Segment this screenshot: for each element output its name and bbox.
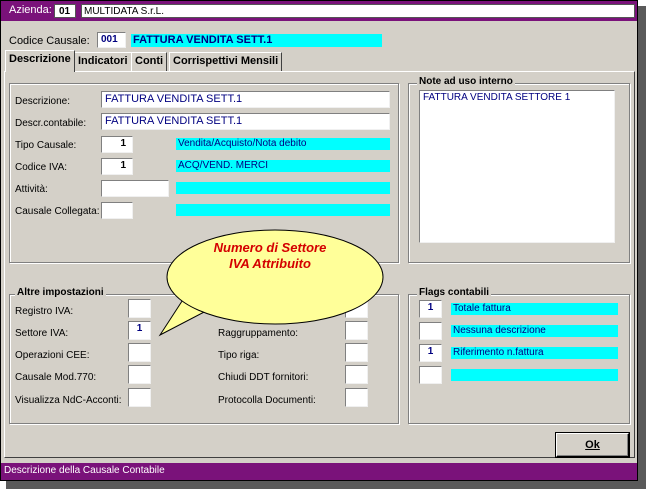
descrizione-label: Descrizione: — [15, 96, 71, 107]
flag-totale-fattura-label: Totale fattura — [451, 303, 618, 315]
attivita-desc — [176, 182, 390, 194]
chiudi-ddt-input[interactable] — [345, 365, 368, 384]
callout-line-2: IVA Attribuito — [229, 256, 311, 271]
visualizza-ndc-label: Visualizza NdC-Acconti: — [15, 395, 122, 406]
flags-contabili-title: Flags contabili — [417, 287, 492, 299]
flag-nessuna-descrizione-input[interactable] — [419, 322, 442, 340]
registro-iva-input[interactable] — [128, 299, 151, 318]
company-name-field: MULTIDATA S.r.L. — [81, 4, 635, 18]
status-bar: Descrizione della Causale Contabile — [1, 463, 637, 480]
flag-totale-fattura-input[interactable]: 1 — [419, 300, 442, 318]
causale-770-input[interactable] — [128, 365, 151, 384]
codice-iva-desc: ACQ/VEND. MERCI — [176, 160, 390, 172]
flag-nessuna-descrizione-label: Nessuna descrizione — [451, 325, 618, 337]
causale-description: FATTURA VENDITA SETT.1 — [131, 34, 382, 47]
operazioni-cee-input[interactable] — [128, 343, 151, 362]
tipo-causale-input[interactable]: 1 — [101, 136, 133, 153]
callout-line-1: Numero di Settore — [213, 240, 327, 255]
company-code-field: 01 — [54, 4, 76, 18]
codice-iva-label: Codice IVA: — [15, 162, 68, 173]
protocolla-input[interactable] — [345, 388, 368, 407]
tab-descrizione[interactable]: Descrizione — [5, 50, 75, 72]
registro-iva-label: Registro IVA: — [15, 306, 74, 317]
company-bar: Azienda: 01 MULTIDATA S.r.L. — [1, 1, 637, 21]
note-title: Note ad uso interno — [417, 76, 515, 88]
attivita-input[interactable] — [101, 180, 169, 197]
flag-extra-input[interactable] — [419, 366, 442, 384]
descrizione-input[interactable]: FATTURA VENDITA SETT.1 — [101, 91, 390, 108]
chiudi-ddt-label: Chiudi DDT fornitori: — [218, 372, 309, 383]
operazioni-cee-label: Operazioni CEE: — [15, 350, 90, 361]
causale-collegata-input[interactable] — [101, 202, 133, 219]
flag-riferimento-fattura-label: Riferimento n.fattura — [451, 347, 618, 359]
tab-corrispettivi-mensili[interactable]: Corrispettivi Mensili — [169, 52, 283, 71]
tab-conti[interactable]: Conti — [131, 52, 168, 71]
codice-causale-label: Codice Causale: — [9, 35, 90, 47]
codice-iva-input[interactable]: 1 — [101, 158, 133, 175]
ok-button[interactable]: Ok — [555, 432, 630, 458]
tipo-riga-label: Tipo riga: — [218, 350, 260, 361]
protocolla-label: Protocolla Documenti: — [218, 395, 316, 406]
tab-indicatori[interactable]: Indicatori — [74, 52, 132, 71]
causale-770-label: Causale Mod.770: — [15, 372, 97, 383]
tipo-causale-label: Tipo Causale: — [15, 140, 77, 151]
settore-iva-input[interactable]: 1 — [128, 321, 151, 340]
flag-riferimento-fattura-input[interactable]: 1 — [419, 344, 442, 362]
codice-causale-input[interactable]: 001 — [97, 32, 126, 48]
attivita-label: Attività: — [15, 184, 48, 195]
tipo-riga-input[interactable] — [345, 343, 368, 362]
altre-impostazioni-title: Altre impostazioni — [15, 287, 106, 299]
descr-contabile-input[interactable]: FATTURA VENDITA SETT.1 — [101, 113, 390, 130]
descr-contabile-label: Descr.contabile: — [15, 118, 87, 129]
company-label: Azienda: — [9, 4, 52, 16]
causale-collegata-desc — [176, 204, 390, 216]
flag-extra-label — [451, 369, 618, 381]
settore-iva-label: Settore IVA: — [15, 328, 69, 339]
status-text: Descrizione della Causale Contabile — [4, 465, 165, 476]
tipo-causale-desc: Vendita/Acquisto/Nota debito — [176, 138, 390, 150]
causale-collegata-label: Causale Collegata: — [15, 206, 100, 217]
note-textarea[interactable]: FATTURA VENDITA SETTORE 1 — [419, 90, 615, 243]
visualizza-ndc-input[interactable] — [128, 388, 151, 407]
callout-text: Numero di Settore IVA Attribuito — [170, 240, 370, 272]
